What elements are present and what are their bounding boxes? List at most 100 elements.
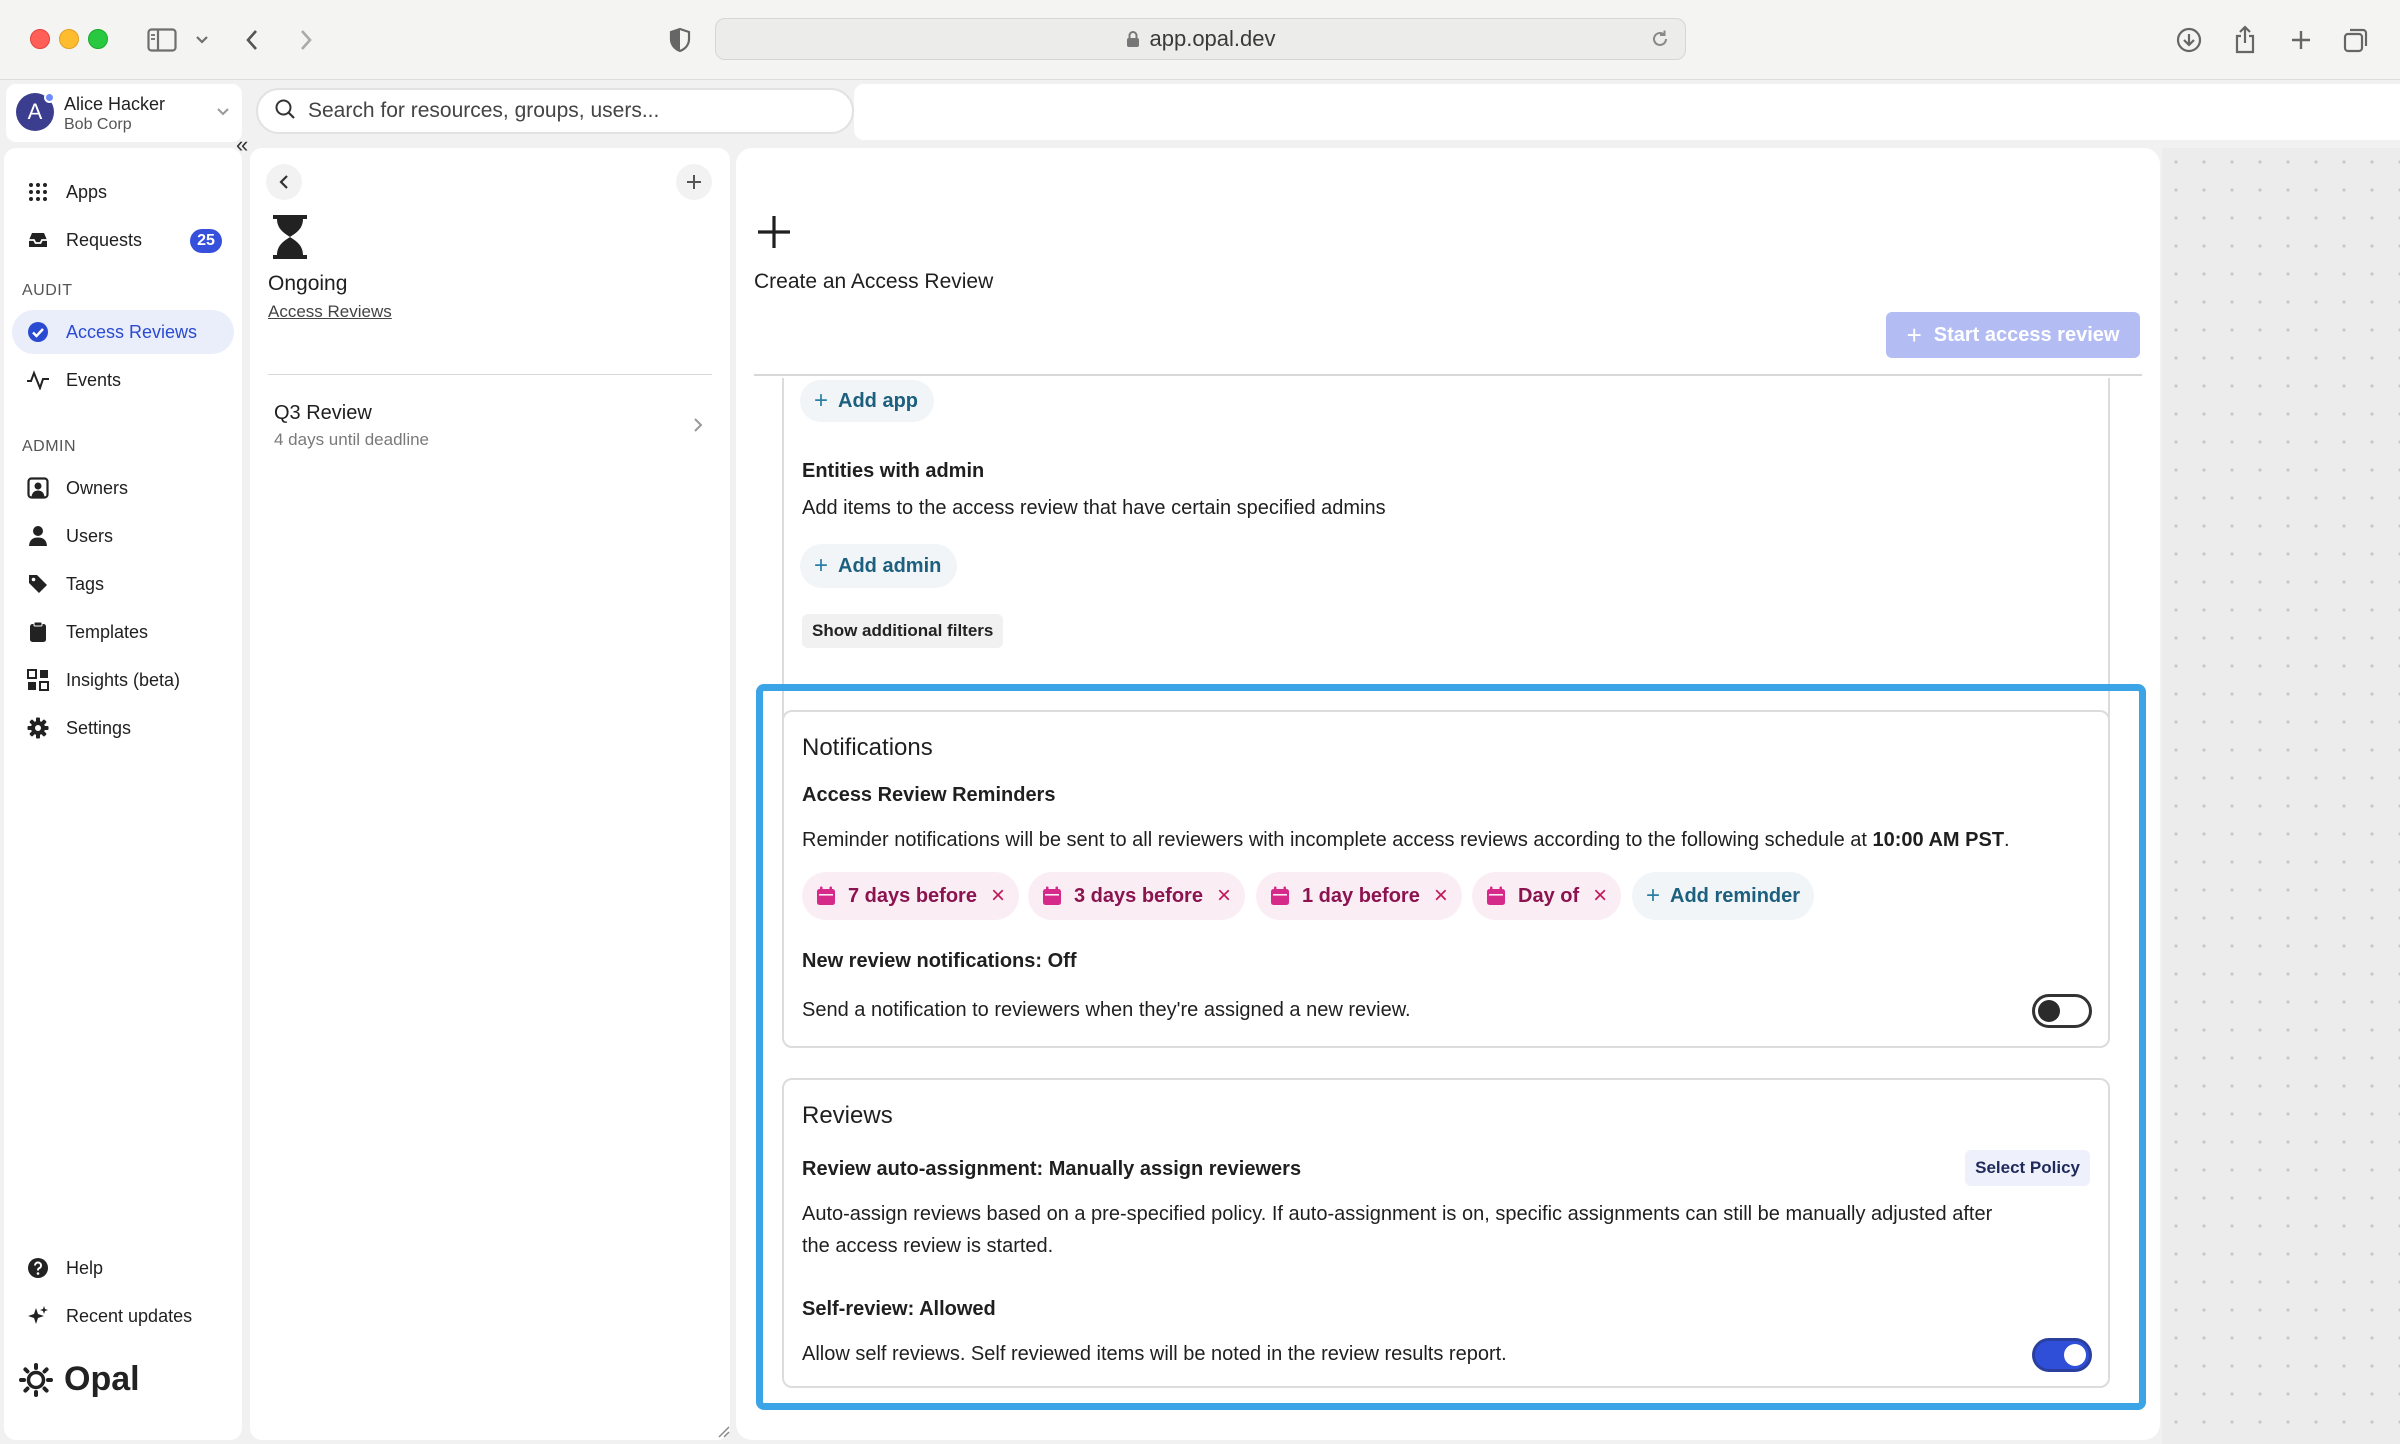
sidebar-item-apps[interactable]: Apps bbox=[12, 170, 234, 214]
select-policy-button[interactable]: Select Policy bbox=[1965, 1150, 2090, 1186]
sidebar-item-label: Access Reviews bbox=[66, 321, 198, 342]
window-minimize-button[interactable] bbox=[59, 29, 79, 49]
sidebar-toggle-icon[interactable] bbox=[144, 22, 180, 58]
sidebar-item-insights[interactable]: Insights (beta) bbox=[12, 658, 234, 702]
reviews-title: Reviews bbox=[802, 1102, 893, 1129]
sidebar-item-label: Requests bbox=[66, 229, 143, 250]
activity-icon bbox=[26, 370, 50, 390]
reminder-chip[interactable]: 7 days before × bbox=[802, 872, 1019, 920]
user-switcher[interactable]: A Alice Hacker Bob Corp bbox=[6, 84, 242, 142]
entities-admin-description: Add items to the access review that have… bbox=[802, 497, 1386, 519]
gear-icon bbox=[26, 717, 50, 739]
sidebar-item-label: Users bbox=[66, 525, 114, 546]
search-icon bbox=[274, 98, 296, 125]
tabs-overview-icon[interactable] bbox=[2340, 22, 2372, 58]
owner-icon bbox=[26, 477, 50, 499]
download-icon[interactable] bbox=[2174, 22, 2204, 58]
sidebar-item-owners[interactable]: Owners bbox=[12, 466, 234, 510]
sidebar-item-recent-updates[interactable]: Recent updates bbox=[12, 1294, 234, 1338]
start-access-review-button[interactable]: + Start access review bbox=[1886, 312, 2140, 358]
browser-toolbar: app.opal.dev bbox=[0, 0, 2400, 80]
insights-icon bbox=[26, 669, 50, 691]
url-text: app.opal.dev bbox=[1149, 26, 1276, 51]
reminder-chip[interactable]: 3 days before × bbox=[1028, 872, 1245, 920]
global-search[interactable] bbox=[256, 88, 854, 134]
sidebar-item-label: Apps bbox=[66, 181, 108, 202]
sidebar-item-tags[interactable]: Tags bbox=[12, 562, 234, 606]
sidebar-item-templates[interactable]: Templates bbox=[12, 610, 234, 654]
remove-icon[interactable]: × bbox=[1217, 884, 1231, 908]
sidebar-item-label: Events bbox=[66, 369, 122, 390]
reminder-chip[interactable]: Day of × bbox=[1472, 872, 1622, 920]
reminders-description: Reminder notifications will be sent to a… bbox=[802, 829, 2010, 851]
self-review-description: Allow self reviews. Self reviewed items … bbox=[802, 1343, 1507, 1365]
sidebar-item-events[interactable]: Events bbox=[12, 358, 234, 402]
shield-icon[interactable] bbox=[666, 22, 694, 58]
page-title: Create an Access Review bbox=[754, 270, 994, 293]
sparkle-icon bbox=[26, 1305, 50, 1327]
lock-icon bbox=[1126, 30, 1140, 48]
sidebar-item-label: Recent updates bbox=[66, 1305, 193, 1326]
divider bbox=[754, 374, 2142, 376]
list-item[interactable]: Q3 Review 4 days until deadline bbox=[268, 402, 712, 462]
collapse-sidebar-icon[interactable]: « bbox=[236, 132, 248, 158]
header-bar bbox=[854, 84, 2400, 140]
sidebar-item-requests[interactable]: Requests 25 bbox=[12, 218, 234, 262]
add-review-button[interactable] bbox=[676, 164, 712, 200]
chevron-right-icon bbox=[692, 416, 704, 439]
add-reminder-button[interactable]: + Add reminder bbox=[1632, 872, 1815, 920]
sidebar-item-settings[interactable]: Settings bbox=[12, 706, 234, 750]
sidebar-item-users[interactable]: Users bbox=[12, 514, 234, 558]
review-deadline: 4 days until deadline bbox=[274, 430, 430, 449]
self-review-toggle[interactable] bbox=[2032, 1338, 2092, 1372]
reminder-label: 7 days before bbox=[848, 884, 977, 907]
reminder-label: Day of bbox=[1518, 884, 1580, 907]
clipboard-icon bbox=[26, 621, 50, 643]
share-icon[interactable] bbox=[2230, 22, 2260, 58]
new-review-notifications-toggle[interactable] bbox=[2032, 994, 2092, 1028]
calendar-icon bbox=[1486, 886, 1506, 906]
requests-count-badge: 25 bbox=[190, 229, 222, 253]
section-heading-admin: ADMIN bbox=[22, 438, 77, 455]
tag-icon bbox=[26, 573, 50, 595]
sidebar-item-help[interactable]: Help bbox=[12, 1246, 234, 1290]
logo-text: Opal bbox=[64, 1360, 140, 1398]
remove-icon[interactable]: × bbox=[1434, 884, 1448, 908]
review-name: Q3 Review bbox=[274, 402, 372, 424]
reviews-settings-card: Reviews Review auto-assignment: Manually… bbox=[782, 1078, 2110, 1388]
new-tab-icon[interactable] bbox=[2286, 22, 2316, 58]
reload-icon[interactable] bbox=[1649, 28, 1671, 50]
forward-icon[interactable] bbox=[294, 22, 318, 58]
plus-icon: + bbox=[1646, 882, 1661, 909]
show-additional-filters-button[interactable]: Show additional filters bbox=[802, 614, 1004, 648]
window-maximize-button[interactable] bbox=[88, 29, 108, 49]
address-bar[interactable]: app.opal.dev bbox=[715, 18, 1686, 60]
entities-admin-heading: Entities with admin bbox=[802, 460, 985, 482]
sidebar-item-access-reviews[interactable]: Access Reviews bbox=[12, 310, 234, 354]
breadcrumb[interactable]: Access Reviews bbox=[268, 302, 392, 322]
chevron-down-icon[interactable] bbox=[192, 22, 212, 58]
window-close-button[interactable] bbox=[30, 29, 50, 49]
back-button[interactable] bbox=[266, 164, 302, 200]
sidebar-item-label: Insights (beta) bbox=[66, 669, 181, 690]
canvas-background bbox=[2162, 148, 2400, 1444]
section-heading-audit: AUDIT bbox=[22, 282, 73, 299]
help-icon bbox=[26, 1257, 50, 1279]
plus-icon bbox=[756, 214, 792, 255]
search-input[interactable] bbox=[308, 99, 828, 123]
chevron-down-icon bbox=[216, 104, 230, 122]
remove-icon[interactable]: × bbox=[1593, 884, 1607, 908]
back-icon[interactable] bbox=[240, 22, 264, 58]
hourglass-icon bbox=[272, 214, 308, 265]
sidebar-item-label: Settings bbox=[66, 717, 132, 738]
resize-handle-icon[interactable] bbox=[716, 1424, 730, 1441]
add-app-button[interactable]: + Add app bbox=[800, 380, 935, 422]
add-admin-button[interactable]: + Add admin bbox=[800, 544, 958, 588]
calendar-icon bbox=[816, 886, 836, 906]
reviews-list-panel: Ongoing Access Reviews Q3 Review 4 days … bbox=[250, 148, 730, 1440]
opal-logo: Opal bbox=[18, 1360, 140, 1399]
sidebar-item-label: Templates bbox=[66, 621, 149, 642]
remove-icon[interactable]: × bbox=[991, 884, 1005, 908]
reminder-chip[interactable]: 1 day before × bbox=[1256, 872, 1462, 920]
user-icon bbox=[26, 525, 50, 547]
